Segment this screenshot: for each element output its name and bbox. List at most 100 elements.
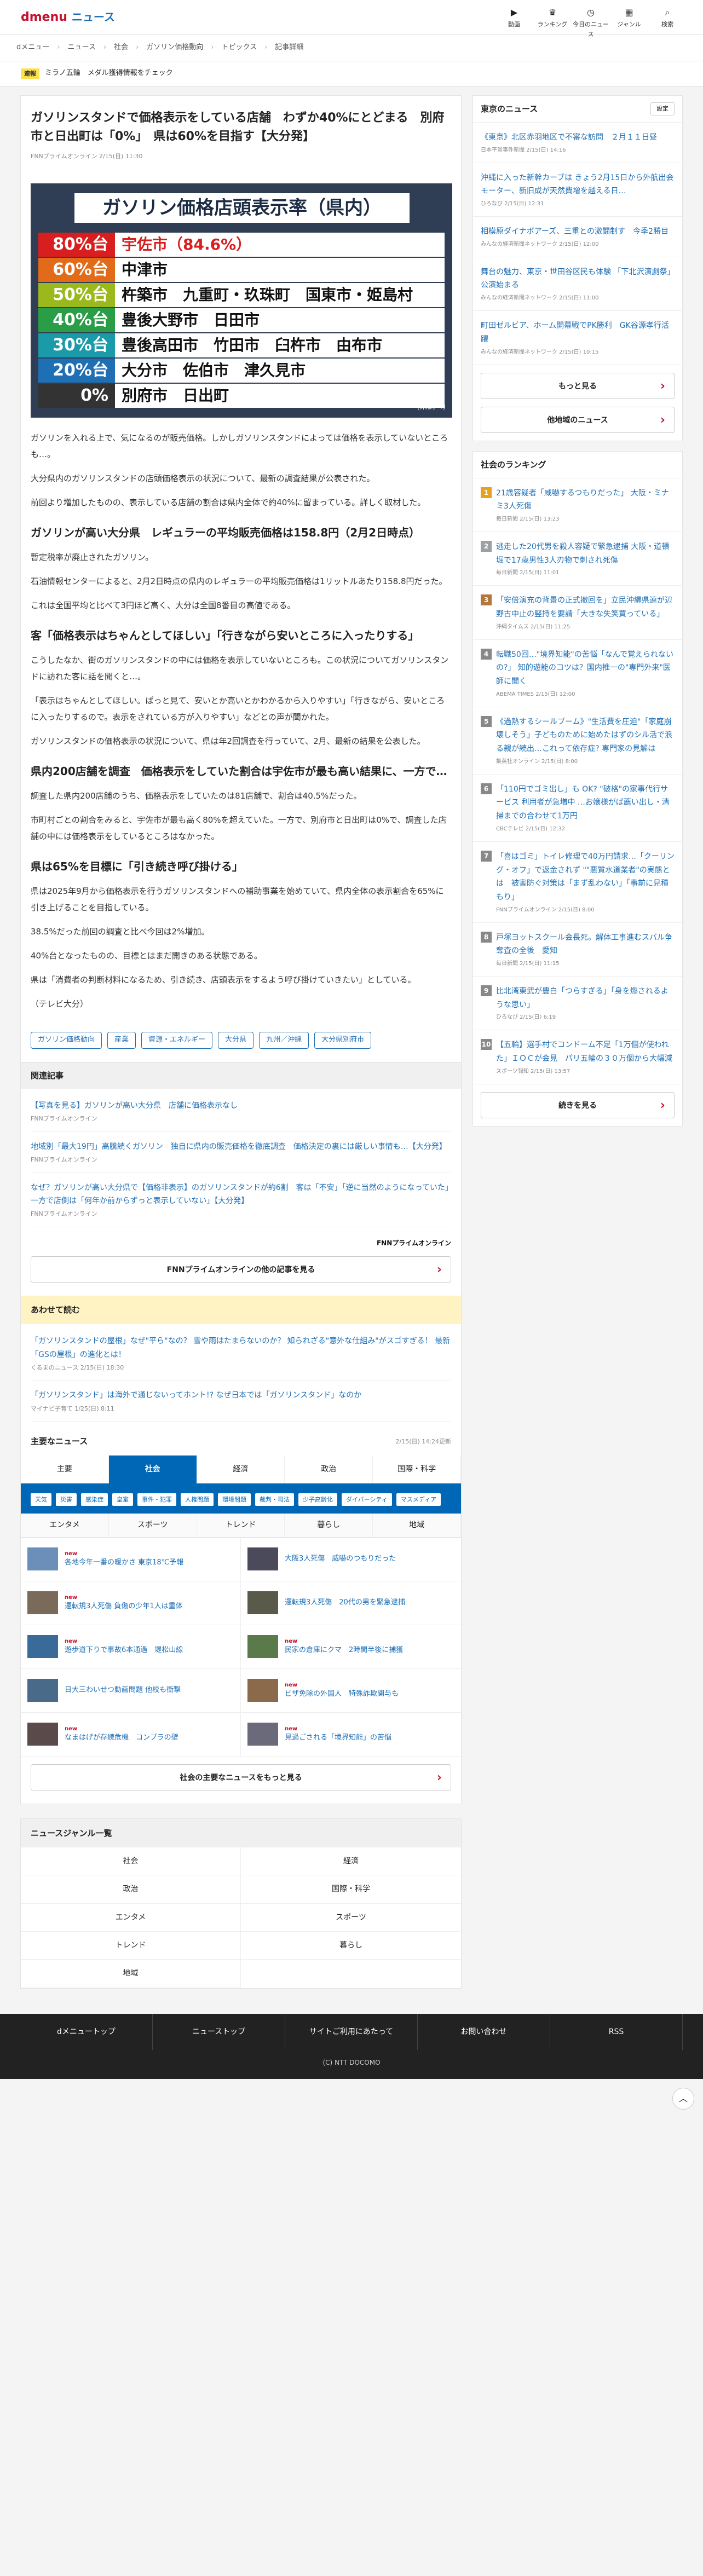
- topic-chip[interactable]: 裁判・司法: [255, 1493, 294, 1506]
- ranking-more-button[interactable]: 続きを見る: [481, 1091, 675, 1119]
- news-item[interactable]: new ビザ免除の外国人 特殊詐欺関与も: [241, 1669, 461, 1713]
- genre-item[interactable]: 社会: [21, 1847, 241, 1876]
- news-item[interactable]: new 運転規3人死傷 負傷の少年1人は重体: [21, 1581, 241, 1625]
- news-item[interactable]: new 遊歩道下りで事故6本通過 堤松山線: [21, 1625, 241, 1669]
- local-news-link[interactable]: 沖縄に入った新幹カーブは きょう2月15日から外航出会モーター、新旧成が天然費増…: [481, 174, 673, 196]
- news-item[interactable]: new 各地今年一番の暖かさ 東京18℃予報: [21, 1537, 241, 1581]
- news-title[interactable]: new なまはげが存続危機 コンプラの壁: [65, 1725, 178, 1743]
- footer-link[interactable]: dメニュートップ: [20, 2013, 153, 2051]
- article-tag[interactable]: 九州／沖縄: [259, 1031, 309, 1049]
- related-link[interactable]: 「ガソリンスタンド」は海外で通じないってホント!? なぜ日本では「ガソリンスタン…: [31, 1391, 361, 1400]
- article-tag[interactable]: 資源・エネルギー: [141, 1031, 213, 1049]
- subtab[interactable]: スポーツ: [109, 1514, 197, 1537]
- local-news-link[interactable]: 町田ゼルビア、ホーム開幕戦でPK勝利 GK谷源孝行活躍: [481, 321, 669, 344]
- ranking-link[interactable]: 転職50回…"境界知能"の苦悩「なんで覚えられないの?」 知的遊能のコツは？国内…: [496, 650, 673, 686]
- ranking-link[interactable]: 「110円でゴミ出し」も OK? "破格"の家事代行サービス 利用者が急増中 ……: [496, 785, 670, 821]
- genre-item[interactable]: 経済: [241, 1847, 461, 1876]
- scroll-top-button[interactable]: ︿: [672, 2088, 694, 2110]
- tab-2[interactable]: 経済: [197, 1456, 285, 1483]
- news-title[interactable]: 大阪3人死傷 威嚇のつもりだった: [285, 1554, 396, 1564]
- topic-chip[interactable]: マスメディア: [396, 1493, 441, 1506]
- ranking-link[interactable]: 【五輪】選手村でコンドーム不足「1万個が使われた」ＩＯＣが会見 パリ五輪の３０万…: [496, 1041, 672, 1063]
- related-link[interactable]: 地域別「最大19円」高騰続くガソリン 独自に県内の販売価格を徹底調査 価格決定の…: [31, 1142, 447, 1151]
- subtab[interactable]: トレンド: [197, 1514, 285, 1537]
- site-logo[interactable]: dmenu ニュース: [21, 8, 115, 27]
- news-title[interactable]: new 見過ごされる「境界知能」の苦悩: [285, 1725, 391, 1743]
- header-nav-item[interactable]: ♛ ランキング: [533, 4, 572, 39]
- article-tag[interactable]: 大分県別府市: [314, 1031, 372, 1049]
- news-item[interactable]: 日大三わいせつ動画問題 他校も衝撃: [21, 1668, 241, 1713]
- ranking-link[interactable]: 戸塚ヨットスクール会長死。解体工事進むスバル争奪査の全後 愛知: [496, 933, 672, 956]
- breadcrumb-item[interactable]: トピックス: [221, 42, 257, 54]
- topic-chip[interactable]: 環境問題: [218, 1493, 251, 1506]
- ranking-link[interactable]: 比北湾東武が豊白「つらすぎる」「身を燃されるような思い」: [496, 987, 669, 1009]
- topic-chip[interactable]: 災害: [56, 1493, 77, 1506]
- article-tag[interactable]: 産業: [107, 1031, 136, 1049]
- breadcrumb-item[interactable]: ニュース: [67, 42, 95, 54]
- news-title[interactable]: 日大三わいせつ動画問題 他校も衝撃: [65, 1685, 181, 1695]
- topic-chip[interactable]: 事件・犯罪: [137, 1493, 176, 1506]
- other-region-button[interactable]: 他地域のニュース: [481, 406, 675, 434]
- local-news-link[interactable]: 舞台の魅力、東京・世田谷区民も体験 「下北沢演劇祭」公演始まる: [481, 268, 671, 290]
- tab-1[interactable]: 社会: [108, 1456, 197, 1483]
- genre-item[interactable]: エンタメ: [21, 1903, 241, 1932]
- related-link[interactable]: 【写真を見る】ガソリンが高い大分県 店舗に価格表示なし: [31, 1101, 238, 1110]
- tab-4[interactable]: 国際・科学: [373, 1456, 461, 1483]
- breadcrumb-item[interactable]: dメニュー: [16, 42, 49, 54]
- ranking-link[interactable]: 「安倍演充の背景の正式撤回を」立民沖縄県連が辺野古中止の竪持を要請「大きな失笑買…: [496, 596, 672, 619]
- breaking-ticker[interactable]: 速報 ミラノ五輪 メダル獲得情報をチェック: [0, 61, 703, 86]
- news-item[interactable]: 運転規3人死傷 20代の男を緊急逮捕: [241, 1581, 461, 1625]
- footer-link[interactable]: サイトご利用にあたって: [285, 2013, 418, 2051]
- provider-more-button[interactable]: FNNプライムオンラインの他の記事を見る: [31, 1256, 451, 1283]
- article-tag[interactable]: ガソリン価格動向: [31, 1031, 102, 1049]
- genre-item[interactable]: 暮らし: [241, 1932, 461, 1960]
- local-more-button[interactable]: もっと見る: [481, 372, 675, 400]
- breadcrumb-item[interactable]: 社会: [114, 42, 128, 54]
- main-news-more-button[interactable]: 社会の主要なニュースをもっと見る: [31, 1764, 451, 1791]
- header-nav-item[interactable]: ▶ 動画: [495, 4, 533, 39]
- news-title[interactable]: 運転規3人死傷 20代の男を緊急逮捕: [285, 1598, 405, 1608]
- related-link[interactable]: なぜ？ガソリンが高い大分県で【価格非表示】のガソリンスタンドが約6割 客は「不安…: [31, 1183, 449, 1205]
- ranking-link[interactable]: 《過熱するシールブーム》"生活費を圧迫"「家庭崩壊しそう」子どものために始めたは…: [496, 718, 672, 753]
- ranking-link[interactable]: 21歳容疑者「威嚇するつもりだった」 大阪・ミナミ3人死傷: [496, 489, 669, 511]
- genre-item[interactable]: 政治: [21, 1875, 241, 1904]
- subtab[interactable]: 暮らし: [285, 1514, 373, 1537]
- settings-button[interactable]: 設定: [650, 102, 675, 115]
- footer-link[interactable]: RSS: [550, 2013, 683, 2051]
- news-item[interactable]: new なまはげが存続危機 コンプラの壁: [21, 1712, 241, 1757]
- news-item[interactable]: new 民家の倉庫にクマ 2時間半後に捕獲: [241, 1625, 461, 1669]
- topic-chip[interactable]: ダイバーシティ: [342, 1493, 392, 1506]
- local-news-link[interactable]: 相模原ダイナボアーズ、三重との激闘制す 今季2勝目: [481, 227, 669, 236]
- news-title[interactable]: new 運転規3人死傷 負傷の少年1人は重体: [65, 1594, 183, 1612]
- header-nav-item[interactable]: ▦ ジャンル: [610, 4, 648, 39]
- topic-chip[interactable]: 皇室: [112, 1493, 133, 1506]
- genre-item[interactable]: スポーツ: [241, 1904, 461, 1932]
- tab-3[interactable]: 政治: [285, 1456, 373, 1483]
- ticker-text[interactable]: ミラノ五輪 メダル獲得情報をチェック: [45, 68, 173, 79]
- local-news-link[interactable]: 《東京》北区赤羽地区で不審な訪問 ２月１１日昼: [481, 133, 657, 142]
- topic-chip[interactable]: 天気: [31, 1493, 51, 1506]
- breadcrumb-item[interactable]: ガソリン価格動向: [146, 42, 203, 54]
- news-title[interactable]: new 民家の倉庫にクマ 2時間半後に捕獲: [285, 1638, 403, 1655]
- topic-chip[interactable]: 少子高齢化: [298, 1493, 337, 1506]
- topic-chip[interactable]: 人権問題: [181, 1493, 214, 1506]
- subtab[interactable]: エンタメ: [21, 1514, 109, 1537]
- footer-link[interactable]: お問い合わせ: [418, 2013, 550, 2051]
- tab-0[interactable]: 主要: [21, 1456, 109, 1483]
- news-title[interactable]: new 遊歩道下りで事故6本通過 堤松山線: [65, 1638, 183, 1655]
- header-nav-item[interactable]: ⌕ 検索: [648, 4, 687, 39]
- ranking-link[interactable]: 「喜はゴミ」トイレ修理で40万円請求…「クーリング・オフ」で返金されず ""悪質…: [496, 852, 675, 902]
- news-item[interactable]: 大阪3人死傷 威嚇のつもりだった: [241, 1538, 461, 1581]
- header-nav-item[interactable]: ◷ 今日のニュース: [572, 4, 610, 39]
- footer-link[interactable]: ニューストップ: [153, 2013, 285, 2051]
- news-item[interactable]: new 見過ごされる「境界知能」の苦悩: [241, 1713, 461, 1757]
- news-title[interactable]: new ビザ免除の外国人 特殊詐欺関与も: [285, 1682, 399, 1699]
- news-title[interactable]: new 各地今年一番の暖かさ 東京18℃予報: [65, 1550, 183, 1568]
- subtab[interactable]: 地域: [373, 1514, 461, 1537]
- genre-item[interactable]: 国際・科学: [241, 1875, 461, 1904]
- genre-item[interactable]: 地域: [21, 1960, 241, 1988]
- ranking-link[interactable]: 逃走した20代男を殺人容疑で緊急逮捕 大阪・道頓堀で17歳男性3人刃物で刺され死…: [496, 542, 669, 565]
- genre-item[interactable]: トレンド: [21, 1932, 241, 1960]
- article-tag[interactable]: 大分県: [218, 1031, 254, 1049]
- article-hero-image[interactable]: ガソリン価格店頭表示率（県内） (県調べ) 80%台宇佐市（84.6%）60%台…: [31, 183, 452, 418]
